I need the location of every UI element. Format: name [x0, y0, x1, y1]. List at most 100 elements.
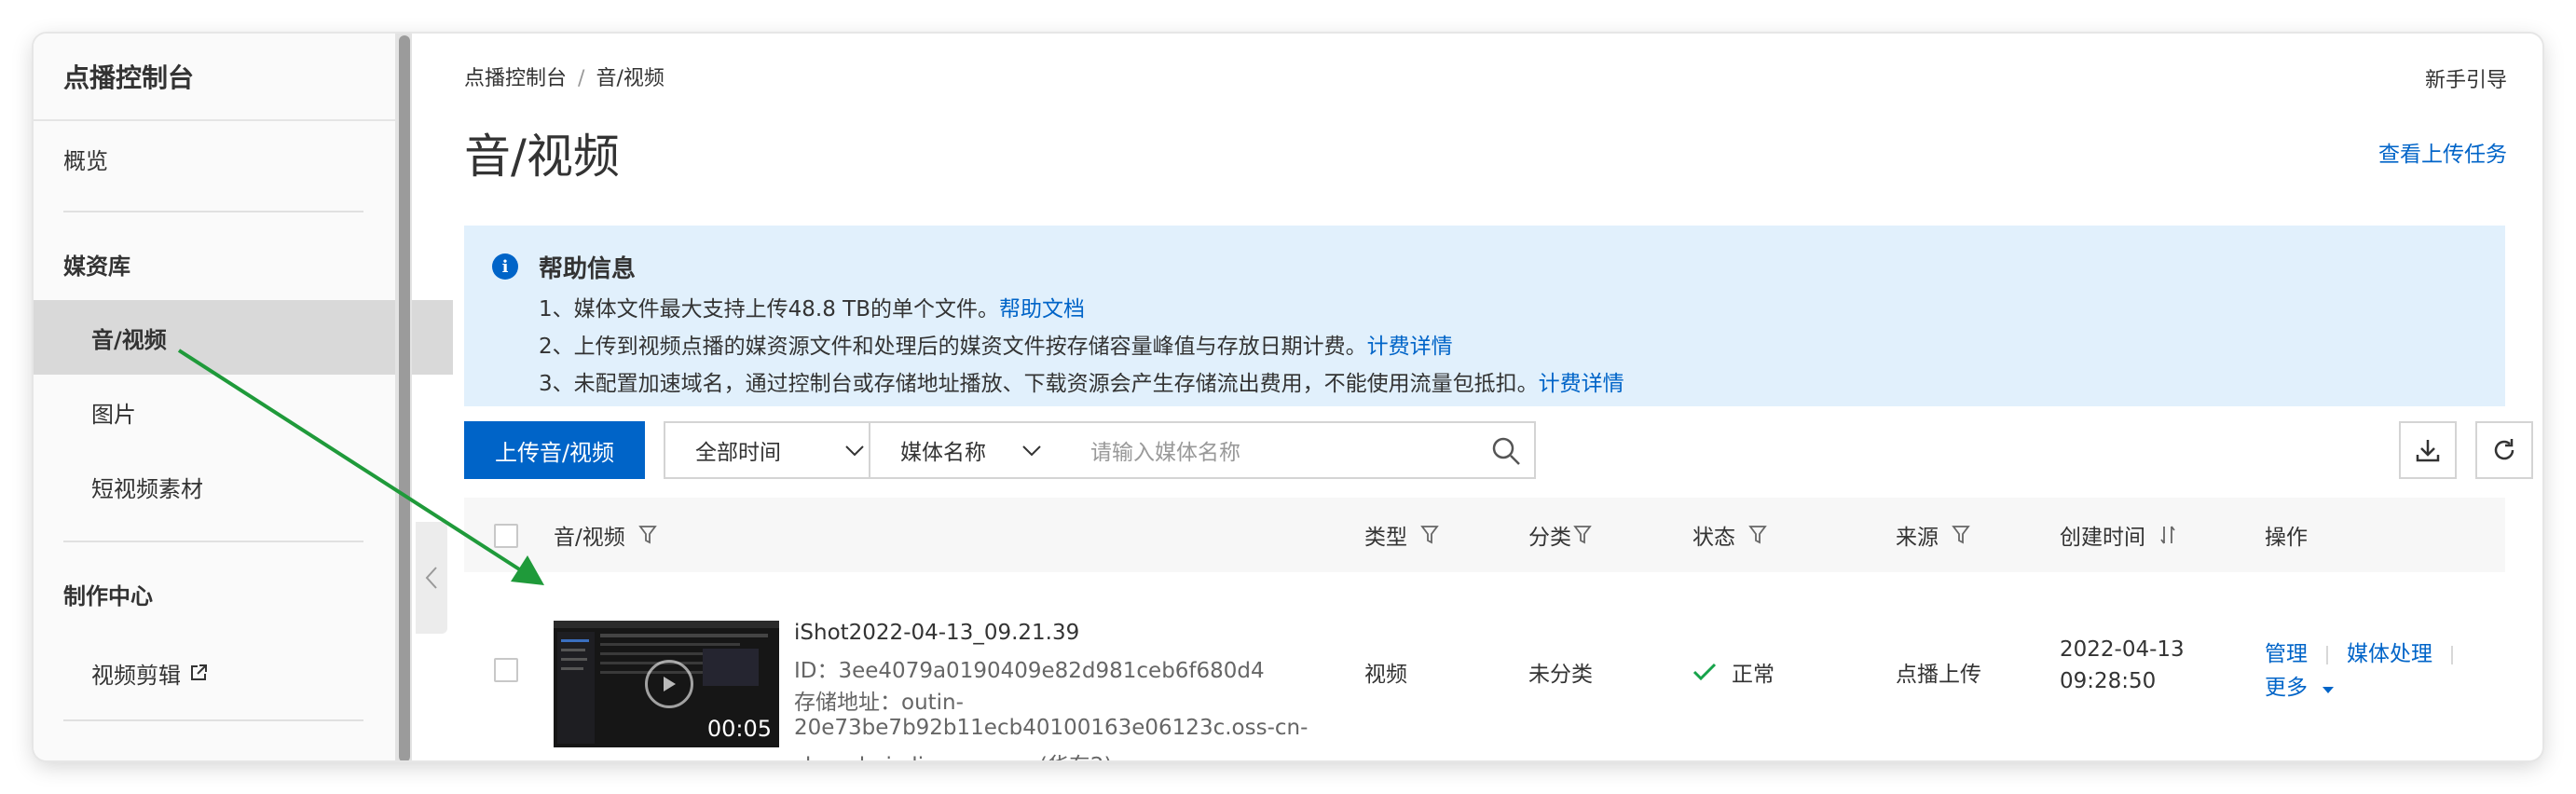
sidebar-item-label: 音/视频 — [91, 326, 167, 353]
sidebar-item-short-video[interactable]: 短视频素材 — [34, 449, 453, 524]
refresh-icon — [2494, 439, 2514, 460]
sidebar: 点播控制台 概览 媒资库 音/视频 图片 短视频素材 制作中心 视频剪辑 — [34, 34, 453, 760]
download-button[interactable] — [2399, 421, 2457, 479]
media-id: ID：3ee4079a0190409e82d981ceb6f680d4 — [794, 659, 1265, 683]
help-line-1: 1、媒体文件最大支持上传48.8 TB的单个文件。帮助文档 — [539, 291, 1085, 322]
page-title: 音/视频 — [464, 130, 620, 184]
breadcrumb-separator: / — [578, 67, 585, 90]
sidebar-title: 点播控制台 — [34, 34, 395, 121]
column-media[interactable]: 音/视频 — [554, 498, 657, 572]
column-label: 来源 — [1896, 526, 1939, 550]
sidebar-item-label: 概览 — [63, 147, 108, 174]
video-thumbnail[interactable]: 00:05 — [554, 621, 779, 747]
info-icon: i — [492, 253, 518, 280]
sidebar-item-video-edit[interactable]: 视频剪辑 — [34, 636, 453, 710]
storage-address-line: shanghai.aliyuncs.com(华东2) — [794, 747, 1113, 760]
more-link[interactable]: 更多 — [2265, 676, 2308, 700]
column-actions: 操作 — [2265, 498, 2308, 572]
status-text: 正常 — [1732, 663, 1774, 687]
billing-details-link[interactable]: 计费详情 — [1539, 372, 1624, 396]
time-range-select[interactable]: 全部时间 — [664, 421, 884, 479]
download-icon — [2416, 440, 2440, 462]
table-row: 00:05 iShot2022-04-13_09.21.39 ID：3ee407… — [464, 572, 2505, 760]
sidebar-group-production: 制作中心 — [63, 583, 153, 609]
search-field-select[interactable]: 媒体名称 — [869, 421, 1061, 479]
column-type[interactable]: 类型 — [1364, 498, 1439, 572]
media-category: 未分类 — [1528, 663, 1593, 687]
media-file-name[interactable]: iShot2022-04-13_09.21.39 — [794, 621, 1079, 645]
more-actions-dropdown[interactable]: 更多 — [2265, 669, 2335, 701]
search-input[interactable]: 请输入媒体名称 — [1059, 421, 1536, 479]
sidebar-divider — [63, 211, 363, 212]
column-label: 创建时间 — [2060, 526, 2145, 550]
search-field-value: 媒体名称 — [900, 441, 986, 465]
help-text: 1、媒体文件最大支持上传48.8 TB的单个文件。 — [539, 297, 999, 322]
time-range-value: 全部时间 — [695, 441, 781, 465]
search-icon[interactable] — [1491, 436, 1521, 466]
media-process-link[interactable]: 媒体处理 — [2347, 642, 2432, 666]
breadcrumb: 点播控制台 / 音/视频 — [464, 62, 665, 91]
breadcrumb-root[interactable]: 点播控制台 — [464, 67, 567, 90]
breadcrumb-current: 音/视频 — [596, 67, 665, 90]
sort-icon[interactable] — [2158, 525, 2177, 545]
row-checkbox[interactable] — [494, 658, 518, 682]
play-icon[interactable] — [645, 660, 693, 708]
action-divider — [2326, 645, 2328, 664]
external-link-icon — [191, 664, 207, 680]
sidebar-group-media: 媒资库 — [63, 253, 130, 280]
filter-icon[interactable] — [1952, 525, 1970, 545]
refresh-button[interactable] — [2475, 421, 2533, 479]
column-status[interactable]: 状态 — [1692, 498, 1767, 572]
sidebar-item-images[interactable]: 图片 — [34, 375, 453, 449]
sidebar-item-label: 图片 — [91, 401, 136, 428]
manage-link[interactable]: 管理 — [2265, 642, 2308, 666]
help-docs-link[interactable]: 帮助文档 — [999, 297, 1085, 322]
filter-icon[interactable] — [1748, 525, 1767, 545]
column-source[interactable]: 来源 — [1896, 498, 1970, 572]
help-title: 帮助信息 — [539, 255, 637, 283]
help-line-2: 2、上传到视频点播的媒资源文件和处理后的媒资文件按存储容量峰值与存放日期计费。计… — [539, 328, 1453, 360]
sidebar-item-label: 视频剪辑 — [91, 662, 181, 689]
upload-media-button[interactable]: 上传音/视频 — [464, 421, 645, 479]
help-text: 3、未配置加速域名，通过控制台或存储地址播放、下载资源会产生存储流出费用，不能使… — [539, 372, 1539, 396]
billing-details-link[interactable]: 计费详情 — [1367, 335, 1453, 359]
column-label: 状态 — [1692, 526, 1735, 550]
column-label: 音/视频 — [554, 526, 625, 550]
sidebar-scrollbar-thumb[interactable] — [399, 35, 410, 760]
guide-link[interactable]: 新手引导 — [2425, 63, 2507, 93]
table-header: 音/视频 类型 分类 状态 来源 创建时间 操作 — [464, 498, 2505, 572]
column-created-time[interactable]: 创建时间 — [2060, 498, 2177, 572]
storage-address-line: 存储地址：outin- — [794, 691, 964, 715]
view-upload-tasks-link[interactable]: 查看上传任务 — [2378, 136, 2507, 168]
column-category[interactable]: 分类 — [1528, 498, 1592, 572]
video-duration: 00:05 — [706, 716, 772, 742]
chevron-down-icon — [1022, 445, 1041, 457]
caret-down-icon — [2323, 687, 2335, 693]
select-all-checkbox[interactable] — [494, 524, 518, 548]
status-cell: 正常 — [1692, 656, 1774, 688]
media-type: 视频 — [1364, 663, 1407, 687]
sidebar-item-audio-video[interactable]: 音/视频 — [34, 300, 453, 375]
help-info-panel: i 帮助信息 1、媒体文件最大支持上传48.8 TB的单个文件。帮助文档 2、上… — [464, 226, 2505, 406]
sidebar-item-label: 短视频素材 — [91, 475, 203, 502]
check-icon — [1692, 663, 1717, 681]
filter-icon[interactable] — [1573, 525, 1592, 545]
filter-icon[interactable] — [637, 525, 657, 545]
column-label: 类型 — [1364, 526, 1407, 550]
filter-icon[interactable] — [1420, 525, 1439, 545]
sidebar-item-overview[interactable]: 概览 — [34, 121, 425, 196]
media-source: 点播上传 — [1896, 663, 1981, 687]
column-label: 分类 — [1528, 526, 1571, 550]
search-placeholder: 请输入媒体名称 — [1090, 441, 1240, 465]
row-actions: 管理 媒体处理 — [2265, 636, 2472, 667]
storage-address-line: 20e73be7b92b11ecb40100163e06123c.oss-cn- — [794, 716, 1309, 740]
action-divider — [2451, 645, 2453, 664]
created-time: 09:28:50 — [2060, 669, 2157, 693]
sidebar-divider — [63, 541, 363, 542]
chevron-left-icon — [425, 567, 437, 589]
collapse-sidebar-button[interactable] — [416, 522, 447, 634]
sidebar-divider — [63, 719, 363, 721]
chevron-down-icon — [845, 445, 864, 457]
help-text: 2、上传到视频点播的媒资源文件和处理后的媒资文件按存储容量峰值与存放日期计费。 — [539, 335, 1367, 359]
column-label: 操作 — [2265, 526, 2308, 550]
